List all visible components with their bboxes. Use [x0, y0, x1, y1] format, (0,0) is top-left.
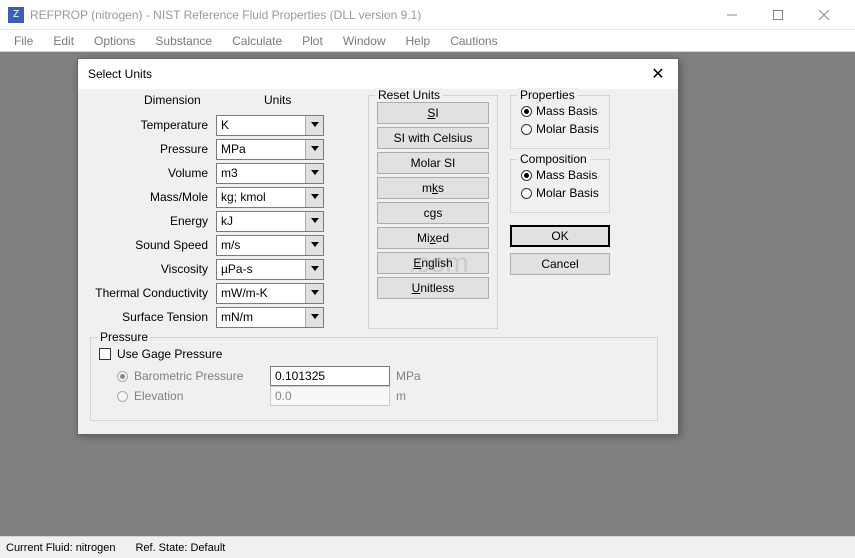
menu-calculate[interactable]: Calculate — [222, 32, 292, 50]
select-viscosity[interactable]: µPa-s — [216, 259, 324, 280]
maximize-button[interactable] — [755, 0, 801, 30]
label-energy: Energy — [90, 214, 216, 228]
elevation-radio — [117, 391, 128, 402]
dialog-titlebar: Select Units ✕ — [78, 59, 678, 89]
menubar: File Edit Options Substance Calculate Pl… — [0, 30, 855, 52]
reset-cgs-button[interactable]: cgs — [377, 202, 489, 224]
radio-icon — [521, 170, 532, 181]
select-pressure[interactable]: MPa — [216, 139, 324, 160]
mdi-area: Select Units ✕ Dimension Units Temperatu… — [0, 52, 855, 536]
units-grid: TemperatureK PressureMPa Volumem3 Mass/M… — [90, 113, 324, 329]
label-sound-speed: Sound Speed — [90, 238, 216, 252]
select-volume[interactable]: m3 — [216, 163, 324, 184]
composition-legend: Composition — [517, 152, 590, 166]
app-icon: Z — [8, 7, 24, 23]
dialog-body: Dimension Units TemperatureK PressureMPa… — [78, 89, 678, 436]
label-thermal-conductivity: Thermal Conductivity — [90, 286, 216, 300]
menu-substance[interactable]: Substance — [145, 32, 222, 50]
elevation-label: Elevation — [134, 389, 264, 403]
radio-icon — [521, 106, 532, 117]
elevation-unit: m — [396, 389, 426, 403]
status-refstate: Ref. State: Default — [135, 542, 225, 554]
checkbox-icon — [99, 348, 111, 360]
use-gage-checkbox[interactable]: Use Gage Pressure — [99, 344, 649, 364]
label-volume: Volume — [90, 166, 216, 180]
barometric-radio — [117, 371, 128, 382]
menu-window[interactable]: Window — [333, 32, 396, 50]
chevron-down-icon — [311, 266, 319, 271]
radio-icon — [521, 124, 532, 135]
menu-help[interactable]: Help — [396, 32, 441, 50]
dialog-title: Select Units — [88, 67, 648, 81]
reset-units-legend: Reset Units — [375, 88, 443, 102]
pressure-group: Pressure Use Gage Pressure Barometric Pr… — [90, 337, 658, 421]
label-mass-mole: Mass/Mole — [90, 190, 216, 204]
select-sound-speed[interactable]: m/s — [216, 235, 324, 256]
menu-options[interactable]: Options — [84, 32, 145, 50]
reset-unitless-button[interactable]: Unitless — [377, 277, 489, 299]
barometric-unit: MPa — [396, 369, 426, 383]
statusbar: Current Fluid: nitrogen Ref. State: Defa… — [0, 536, 855, 558]
titlebar: Z REFPROP (nitrogen) - NIST Reference Fl… — [0, 0, 855, 30]
label-surface-tension: Surface Tension — [90, 310, 216, 324]
properties-mass-radio[interactable]: Mass Basis — [519, 102, 601, 120]
elevation-input: 0.0 — [270, 386, 390, 406]
chevron-down-icon — [311, 242, 319, 247]
reset-mixed-button[interactable]: Mixed — [377, 227, 489, 249]
select-mass-mole[interactable]: kg; kmol — [216, 187, 324, 208]
radio-icon — [521, 188, 532, 199]
label-temperature: Temperature — [90, 118, 216, 132]
cancel-button[interactable]: Cancel — [510, 253, 610, 275]
barometric-label: Barometric Pressure — [134, 369, 264, 383]
reset-molar-si-button[interactable]: Molar SI — [377, 152, 489, 174]
select-surface-tension[interactable]: mN/m — [216, 307, 324, 328]
minimize-button[interactable] — [709, 0, 755, 30]
reset-mks-button[interactable]: mks — [377, 177, 489, 199]
composition-molar-radio[interactable]: Molar Basis — [519, 184, 601, 202]
reset-si-button[interactable]: SI — [377, 102, 489, 124]
header-dimension: Dimension — [144, 93, 201, 107]
window-buttons — [709, 0, 847, 30]
properties-molar-radio[interactable]: Molar Basis — [519, 120, 601, 138]
label-pressure: Pressure — [90, 142, 216, 156]
menu-edit[interactable]: Edit — [43, 32, 84, 50]
chevron-down-icon — [311, 218, 319, 223]
ok-cancel-group: OK Cancel — [510, 225, 610, 275]
select-units-dialog: Select Units ✕ Dimension Units Temperatu… — [77, 58, 679, 435]
status-fluid: Current Fluid: nitrogen — [6, 542, 115, 554]
header-units: Units — [264, 93, 291, 107]
composition-group: Composition Mass Basis Molar Basis — [510, 159, 610, 213]
close-button[interactable] — [801, 0, 847, 30]
pressure-legend: Pressure — [97, 330, 151, 344]
chevron-down-icon — [311, 122, 319, 127]
reset-units-group: Reset Units SI SI with Celsius Molar SI … — [368, 95, 498, 329]
chevron-down-icon — [311, 146, 319, 151]
dialog-close-button[interactable]: ✕ — [648, 64, 668, 84]
select-temperature[interactable]: K — [216, 115, 324, 136]
menu-plot[interactable]: Plot — [292, 32, 333, 50]
chevron-down-icon — [311, 290, 319, 295]
chevron-down-icon — [311, 170, 319, 175]
properties-group: Properties Mass Basis Molar Basis — [510, 95, 610, 149]
properties-legend: Properties — [517, 88, 578, 102]
titlebar-text: REFPROP (nitrogen) - NIST Reference Flui… — [30, 8, 709, 22]
reset-english-button[interactable]: English — [377, 252, 489, 274]
menu-file[interactable]: File — [4, 32, 43, 50]
select-thermal-conductivity[interactable]: mW/m-K — [216, 283, 324, 304]
chevron-down-icon — [311, 194, 319, 199]
label-viscosity: Viscosity — [90, 262, 216, 276]
composition-mass-radio[interactable]: Mass Basis — [519, 166, 601, 184]
select-energy[interactable]: kJ — [216, 211, 324, 232]
chevron-down-icon — [311, 314, 319, 319]
barometric-input[interactable]: 0.101325 — [270, 366, 390, 386]
reset-si-celsius-button[interactable]: SI with Celsius — [377, 127, 489, 149]
menu-cautions[interactable]: Cautions — [440, 32, 507, 50]
ok-button[interactable]: OK — [510, 225, 610, 247]
